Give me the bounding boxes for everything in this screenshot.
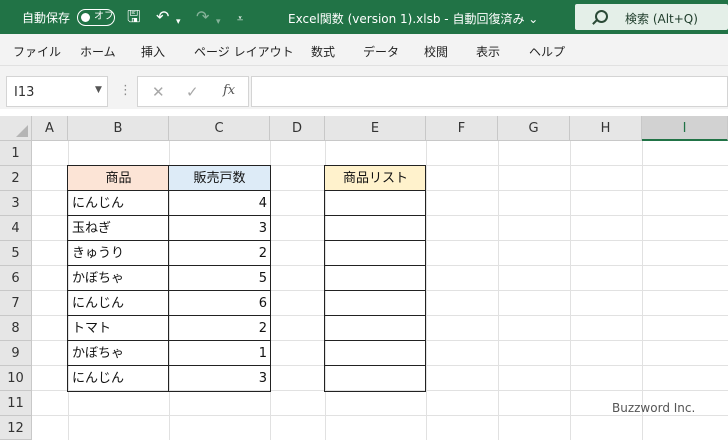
table2-divider [324,215,426,216]
sales-cell[interactable]: 4 [169,191,270,216]
table2-border [324,165,426,392]
tab-formulas[interactable]: 数式 [311,43,335,60]
table2-divider [324,365,426,366]
redo-dropdown-icon[interactable]: ▾ [216,13,221,31]
product-cell[interactable]: 玉ねぎ [68,216,169,241]
undo-icon[interactable]: ↶ [156,8,169,26]
undo-dropdown-icon[interactable]: ▾ [176,13,181,31]
row-header-4[interactable]: 4 [0,216,32,241]
tab-help[interactable]: ヘルプ [529,43,565,60]
row-header-3[interactable]: 3 [0,191,32,216]
column-header-a[interactable]: A [32,116,68,141]
table1-divider [67,340,271,341]
table2-divider [324,265,426,266]
autosave-state: オフ [94,11,114,22]
sales-cell[interactable]: 2 [169,241,270,266]
ribbon-tabs: ファイル ホーム 挿入 ページ レイアウト 数式 データ 校閲 表示 ヘルプ [0,34,728,66]
chevron-down-icon[interactable]: ▼ [95,85,102,95]
enter-icon[interactable]: ✓ [186,83,199,101]
sales-cell[interactable]: 3 [169,216,270,241]
title-bar: 自動保存 オフ 🖫 ↶ ▾ ↷ ▾ ⩡ Excel関数 (version 1).… [0,0,728,34]
autosave-label: 自動保存 [22,11,71,25]
product-cell[interactable]: かぼちゃ [68,266,169,291]
table1-divider [67,315,271,316]
tab-page-layout[interactable]: ページ レイアウト [194,43,294,60]
name-box[interactable]: I13 ▼ [6,76,108,107]
tab-view[interactable]: 表示 [476,43,500,60]
product-cell[interactable]: きゅうり [68,241,169,266]
document-title[interactable]: Excel関数 (version 1).xlsb - 自動回復済み ⌄ [288,10,538,27]
name-box-value: I13 [14,85,35,100]
tab-file[interactable]: ファイル [13,43,61,60]
autosave-toggle[interactable]: オフ [77,9,115,26]
tab-insert[interactable]: 挿入 [141,43,165,60]
sales-cell[interactable]: 5 [169,266,270,291]
sales-cell[interactable]: 1 [169,341,270,366]
product-cell[interactable]: にんじん [68,191,169,216]
table1-divider [67,240,271,241]
search-box[interactable]: 検索 (Alt+Q) [575,4,728,30]
ribbon-gap [0,66,728,76]
worksheet-grid[interactable]: A B C D E F G H I 1 2 3 4 5 6 7 8 9 10 1… [0,116,728,440]
search-icon [595,10,608,23]
table1-divider [168,165,169,392]
row-header-6[interactable]: 6 [0,266,32,291]
table1-divider [67,190,271,191]
tab-home[interactable]: ホーム [80,43,116,60]
row-header-5[interactable]: 5 [0,241,32,266]
more-options-icon: ⋮ [119,83,132,98]
column-header-c[interactable]: C [169,116,270,141]
product-cell[interactable]: かぼちゃ [68,341,169,366]
gridline [32,415,728,416]
insert-function-icon[interactable]: fx [223,83,235,98]
table-header-sales[interactable]: 販売戸数 [169,166,270,191]
row-header-7[interactable]: 7 [0,291,32,316]
tab-data[interactable]: データ [363,43,399,60]
row-header-10[interactable]: 10 [0,366,32,391]
formula-buttons: ✕ ✓ fx [137,76,249,107]
column-header-i[interactable]: I [642,116,728,141]
row-header-1[interactable]: 1 [0,141,32,166]
column-header-e[interactable]: E [325,116,426,141]
search-placeholder: 検索 (Alt+Q) [625,12,698,26]
watermark: Buzzword Inc. [612,401,696,415]
table2-divider [324,240,426,241]
column-header-b[interactable]: B [68,116,169,141]
table1-divider [67,265,271,266]
row-header-12[interactable]: 12 [0,416,32,440]
column-header-g[interactable]: G [498,116,570,141]
sales-cell[interactable]: 3 [169,366,270,391]
column-header-h[interactable]: H [570,116,642,141]
formula-input[interactable] [251,76,728,107]
cancel-icon[interactable]: ✕ [152,83,165,101]
save-icon[interactable]: 🖫 [127,8,141,26]
product-list-header[interactable]: 商品リスト [325,166,426,191]
row-header-9[interactable]: 9 [0,341,32,366]
product-cell[interactable]: トマト [68,316,169,341]
table2-divider [324,315,426,316]
table1-divider [67,290,271,291]
table1-divider [67,215,271,216]
select-all-button[interactable] [0,116,32,141]
column-header-d[interactable]: D [270,116,325,141]
row-header-2[interactable]: 2 [0,166,32,191]
product-cell[interactable]: にんじん [68,366,169,391]
table2-divider [324,290,426,291]
customize-qat-icon[interactable]: ⩡ [237,10,243,28]
table-header-product[interactable]: 商品 [68,166,169,191]
product-cell[interactable]: にんじん [68,291,169,316]
row-header-8[interactable]: 8 [0,316,32,341]
formula-bar: I13 ▼ ⋮ ✕ ✓ fx [0,76,728,109]
tab-review[interactable]: 校閲 [424,43,448,60]
toggle-knob [81,13,90,22]
redo-icon[interactable]: ↷ [196,8,209,26]
table1-divider [67,365,271,366]
row-header-11[interactable]: 11 [0,391,32,416]
table2-divider [324,340,426,341]
column-header-f[interactable]: F [426,116,498,141]
sales-cell[interactable]: 6 [169,291,270,316]
sales-cell[interactable]: 2 [169,316,270,341]
table2-divider [324,190,426,191]
